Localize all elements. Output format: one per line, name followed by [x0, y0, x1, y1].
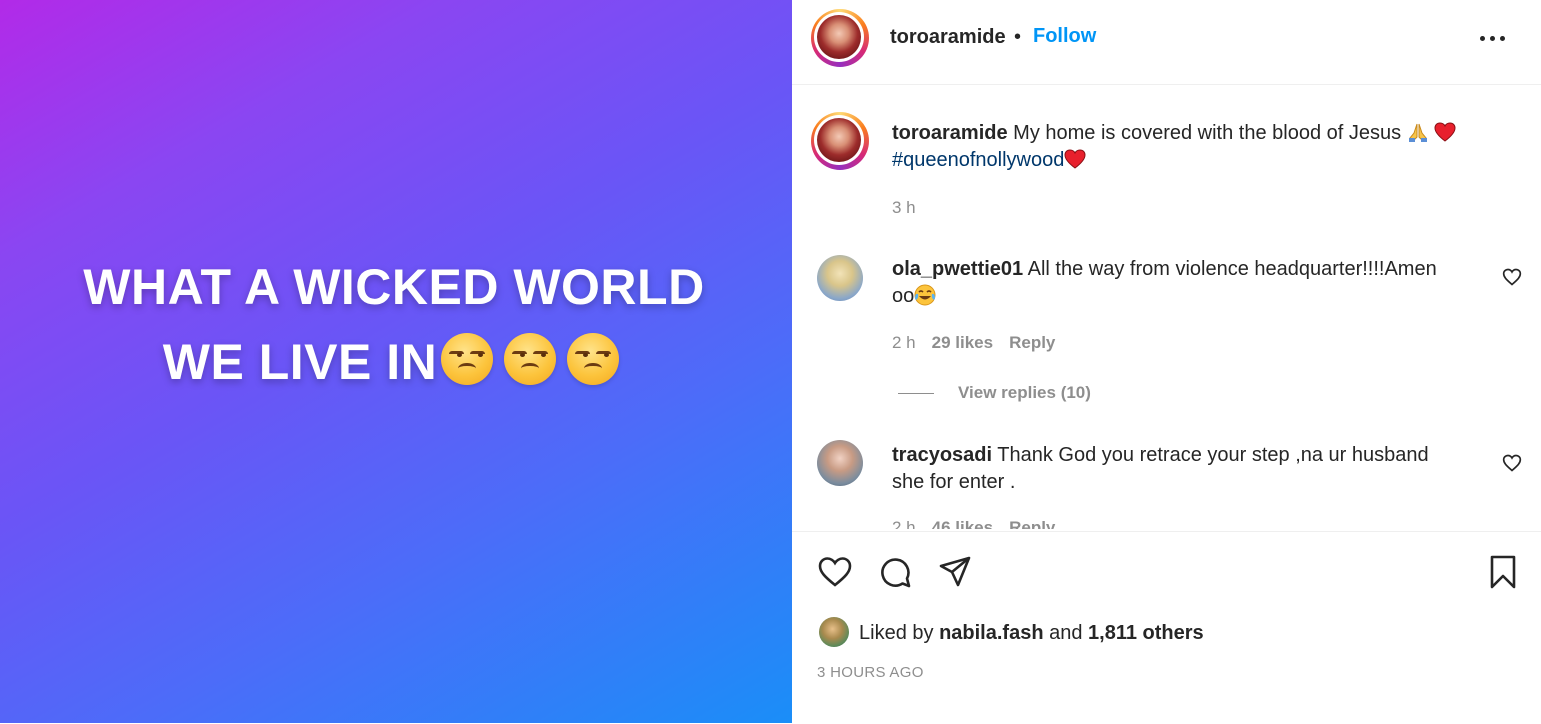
liker-avatar[interactable]: [819, 617, 849, 647]
comment-2-time: 2 h: [892, 518, 916, 529]
caption-username[interactable]: toroaramide: [892, 122, 1008, 144]
share-icon[interactable]: [937, 554, 973, 590]
comment-1-time: 2 h: [892, 333, 916, 352]
more-options-icon[interactable]: [1477, 24, 1509, 52]
view-replies-button[interactable]: View replies (10): [898, 383, 1091, 403]
comment-1-username[interactable]: ola_pwettie01: [892, 258, 1023, 280]
comment-1-text: All the way from violence headquarter!!!…: [1027, 258, 1437, 280]
commenter-avatar[interactable]: [817, 440, 863, 486]
unamused-face-icon: [567, 333, 620, 385]
comment-1-reply-button[interactable]: Reply: [1009, 333, 1055, 352]
comment-1-likes[interactable]: 29 likes: [932, 333, 993, 352]
commenter-avatar[interactable]: [817, 255, 863, 301]
comment-1: ola_pwettie01 All the way from violence …: [892, 256, 1472, 310]
follow-button[interactable]: Follow: [1033, 25, 1096, 48]
comment-2: tracyosadi Thank God you retrace your st…: [892, 442, 1472, 496]
comment-2-text-cont: she for enter .: [892, 471, 1016, 493]
comment-2-meta: 2 h 46 likes Reply: [892, 518, 1055, 529]
comment-icon[interactable]: [877, 554, 913, 590]
unamused-face-icon: [504, 333, 557, 385]
hashtag-link[interactable]: #queenofnollywood: [892, 149, 1064, 171]
red-heart-icon: [1064, 149, 1086, 169]
liked-by-summary[interactable]: Liked by nabila.fash and 1,811 others: [859, 622, 1204, 645]
comment-1-like-heart-icon[interactable]: [1502, 267, 1522, 287]
caption-text: My home is covered with the blood of Jes…: [1013, 122, 1402, 144]
unamused-emoji-row: [437, 333, 620, 397]
comment-1-meta: 2 h 29 likes Reply: [892, 333, 1055, 353]
liked-by-and: and: [1049, 622, 1083, 644]
caption: toroaramide My home is covered with the …: [892, 120, 1512, 174]
comments-section[interactable]: toroaramide My home is covered with the …: [792, 85, 1541, 529]
media-text-line-2: WE LIVE IN: [0, 333, 787, 397]
bookmark-icon[interactable]: [1485, 554, 1521, 590]
replies-divider: [898, 393, 934, 395]
comment-1-text-cont: oo: [892, 285, 915, 307]
tears-of-joy-icon: [914, 284, 936, 306]
liked-by-user[interactable]: nabila.fash: [939, 622, 1043, 644]
separator-dot: •: [1014, 26, 1022, 48]
comment-2-like-heart-icon[interactable]: [1502, 453, 1522, 473]
author-avatar[interactable]: [811, 9, 869, 67]
media-text-line-2-label: WE LIVE IN: [162, 334, 438, 390]
unamused-face-icon: [441, 333, 494, 385]
comment-2-likes[interactable]: 46 likes: [932, 518, 993, 529]
liked-by-others[interactable]: 1,811 others: [1088, 622, 1204, 644]
post-media[interactable]: WHAT A WICKED WORLD WE LIVE IN: [0, 0, 792, 723]
comment-2-reply-button[interactable]: Reply: [1009, 518, 1055, 529]
heart-icon[interactable]: [817, 554, 853, 590]
post-header: toroaramide • Follow: [792, 0, 1541, 85]
folded-hands-icon: [1408, 123, 1427, 142]
comment-2-username[interactable]: tracyosadi: [892, 444, 992, 466]
post-timestamp: 3 HOURS AGO: [817, 664, 924, 681]
comment-2-text: Thank God you retrace your step ,na ur h…: [997, 444, 1429, 466]
caption-time: 3 h: [892, 198, 916, 217]
liked-by-prefix: Liked by: [859, 622, 934, 644]
red-heart-icon: [1434, 122, 1456, 142]
view-replies-label: View replies (10): [958, 383, 1091, 402]
caption-author-avatar[interactable]: [811, 112, 869, 170]
author-username[interactable]: toroaramide: [890, 26, 1006, 49]
post-details-panel: toroaramide • Follow toroaramide My home…: [792, 0, 1541, 723]
media-text-line-1: WHAT A WICKED WORLD: [83, 259, 705, 315]
post-actions: Liked by nabila.fash and 1,811 others 3 …: [792, 531, 1541, 724]
